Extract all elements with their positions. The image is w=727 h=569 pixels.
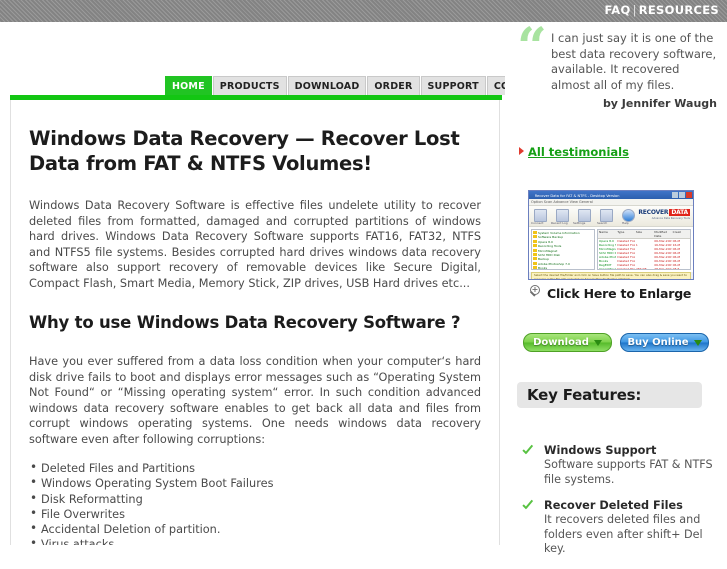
thumb-list-header: Name Type Size Modified Date Creat [598, 230, 690, 239]
click-here-to-enlarge[interactable]: + Click Here to Enlarge [528, 284, 718, 302]
feature-item: Recover Deleted Files It recovers delete… [523, 499, 723, 557]
thumb-brand-accent: DATA [669, 209, 690, 216]
faq-link[interactable]: FAQ [604, 3, 630, 17]
thumb-brand: RECOVER DATA [638, 209, 690, 216]
thumb-file-list: Name Type Size Modified Date Creat Opera… [597, 229, 691, 270]
thumb-tree-panel: System Volume Information Software Backu… [531, 229, 595, 270]
feature-description: It recovers deleted files and folders ev… [544, 513, 703, 555]
thumb-toolbar-label-connect: Connect [531, 221, 544, 225]
intro-paragraph: Windows Data Recovery Software is effect… [29, 199, 481, 290]
feature-title: Recover Deleted Files [544, 499, 683, 512]
thumb-window-title: Recover Data for FAT & NTFS - Desktop Ve… [534, 192, 620, 198]
feature-description: Software supports FAT & NTFS file system… [544, 458, 713, 486]
thumb-menubar: Option Scan Advance View General [529, 199, 693, 206]
check-icon [523, 500, 536, 511]
thumb-toolbar-label-recentlog: Recent Log [551, 221, 568, 225]
corruptions-list: Deleted Files and Partitions Windows Ope… [29, 460, 481, 545]
thumb-toolbar-label-settings: Settings [573, 221, 586, 225]
buy-online-button-label: Buy Online [627, 337, 689, 348]
thumb-window-buttons [672, 192, 692, 198]
nav-item-order[interactable]: ORDER [367, 76, 420, 95]
resources-link[interactable]: RESOURCES [639, 3, 719, 17]
quote-mark-icon: “ [517, 17, 547, 78]
list-item: File Overwrites [29, 506, 481, 522]
testimonial-text: I can just say it is one of the best dat… [551, 31, 717, 92]
thumb-brand-sub: Advance Data Recovery Tools [651, 217, 690, 220]
thumb-toolbar: Connect Recent Log Settings Search Help … [529, 206, 693, 227]
nav-item-home[interactable]: HOME [165, 76, 212, 95]
content-column: HOME PRODUCTS DOWNLOAD ORDER SUPPORT CON… [0, 22, 571, 545]
thumb-list-row: ImageMix.zipDeleted File483 KB28-Feb-200… [599, 267, 680, 270]
triangle-bullet-icon [519, 147, 524, 155]
nav-item-support[interactable]: SUPPORT [420, 76, 486, 95]
product-screenshot-thumbnail[interactable]: Recover Data for FAT & NTFS - Desktop Ve… [528, 190, 694, 280]
feature-title: Windows Support [544, 444, 657, 457]
thumb-note: Select the desired file/folder and click… [531, 272, 691, 279]
section-title: Why to use Windows Data Recovery Softwar… [29, 313, 461, 332]
list-item: Disk Reformatting [29, 491, 481, 507]
check-icon [523, 445, 536, 456]
all-testimonials-link[interactable]: All testimonials [519, 145, 629, 159]
download-button[interactable]: Download [523, 333, 612, 352]
page-wrapper: HOME PRODUCTS DOWNLOAD ORDER SUPPORT CON… [0, 17, 727, 555]
testimonial-author: by Jennifer Waugh [602, 97, 717, 110]
list-item: Virus attacks [29, 536, 481, 545]
key-features-header: Key Features: [517, 382, 702, 408]
magnifier-plus-icon: + [528, 285, 544, 301]
list-item: Windows Operating System Boot Failures [29, 475, 481, 491]
key-features-list: Windows Support Software supports FAT & … [523, 444, 723, 569]
section-paragraph: Have you ever suffered from a data loss … [29, 355, 481, 446]
cta-button-row: Download Buy Online [523, 333, 723, 352]
list-item: Deleted Files and Partitions [29, 460, 481, 476]
topbar-separator: | [632, 3, 637, 17]
testimonial-block: “ I can just say it is one of the best d… [517, 17, 717, 111]
enlarge-label: Click Here to Enlarge [547, 285, 692, 301]
thumb-toolbar-label-help: Help [622, 221, 629, 225]
top-utility-bar: FAQ | RESOURCES [0, 0, 727, 22]
list-item: Accidental Deletion of partition. [29, 521, 481, 537]
content-box: Windows Data Recovery — Recover Lost Dat… [10, 100, 500, 545]
main-navigation-wrapper: HOME PRODUCTS DOWNLOAD ORDER SUPPORT CON… [0, 74, 571, 96]
topbar-links: FAQ | RESOURCES [604, 3, 719, 17]
download-arrow-icon [593, 339, 602, 346]
all-testimonials-label: All testimonials [528, 145, 629, 159]
sidebar: “ I can just say it is one of the best d… [505, 17, 727, 555]
buy-arrow-icon [693, 339, 702, 346]
nav-item-download[interactable]: DOWNLOAD [287, 76, 367, 95]
feature-item: Windows Support Software supports FAT & … [523, 444, 723, 487]
nav-item-products[interactable]: PRODUCTS [212, 76, 287, 95]
page-title: Windows Data Recovery — Recover Lost Dat… [29, 127, 460, 175]
thumb-body: System Volume Information Software Backu… [529, 227, 693, 272]
thumb-tree-item: Books [533, 266, 593, 269]
thumb-toolbar-label-search: Search [597, 221, 608, 225]
key-features-title: Key Features: [527, 386, 642, 404]
thumb-titlebar: Recover Data for FAT & NTFS - Desktop Ve… [529, 191, 693, 199]
thumb-brand-main: RECOVER [638, 209, 669, 216]
buy-online-button[interactable]: Buy Online [620, 333, 709, 352]
download-button-label: Download [533, 337, 589, 348]
